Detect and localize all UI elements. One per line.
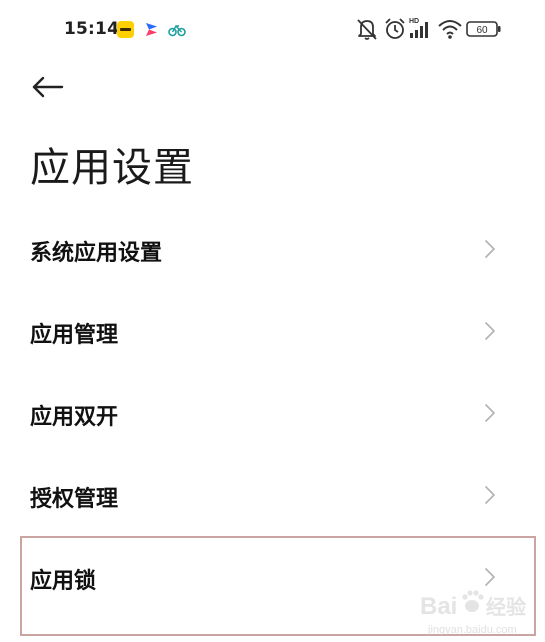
settings-item-dual-apps[interactable]: 应用双开 [0, 372, 545, 454]
alarm-clock-icon [385, 18, 405, 39]
settings-item-system-apps[interactable]: 系统应用设置 [0, 208, 545, 290]
status-time: 15:14 [64, 19, 120, 39]
bell-off-icon [357, 19, 377, 40]
settings-item-label: 系统应用设置 [30, 241, 163, 266]
hd-signal-icon: HD [409, 18, 428, 38]
svg-text:HD: HD [409, 18, 419, 25]
baidu-jingyan-watermark: Bai 经验 jingyan.baidu.com [420, 590, 526, 636]
watermark-brand-cn: 经验 [486, 595, 526, 619]
settings-item-permissions[interactable]: 授权管理 [0, 454, 545, 536]
battery-level: 60 [476, 25, 488, 36]
settings-item-label: 应用双开 [30, 405, 119, 430]
meituan-icon [117, 21, 134, 38]
watermark-url: jingyan.baidu.com [427, 624, 517, 636]
chevron-right-icon [485, 404, 495, 422]
chevron-right-icon [485, 486, 495, 504]
watermark-brand: Bai [420, 593, 457, 620]
video-app-icon [146, 23, 157, 36]
back-arrow-icon[interactable] [28, 68, 68, 108]
chevron-right-icon [485, 240, 495, 258]
settings-item-app-management[interactable]: 应用管理 [0, 290, 545, 372]
settings-item-label: 授权管理 [30, 487, 119, 512]
bike-app-icon [168, 24, 186, 37]
battery-icon: 60 [466, 21, 501, 37]
settings-item-label: 应用管理 [30, 323, 119, 348]
page-title: 应用设置 [30, 145, 194, 191]
paw-icon [462, 590, 484, 612]
chevron-right-icon [485, 322, 495, 340]
status-bar: 15:14 HD 60 [0, 0, 545, 60]
wifi-icon [438, 20, 462, 39]
